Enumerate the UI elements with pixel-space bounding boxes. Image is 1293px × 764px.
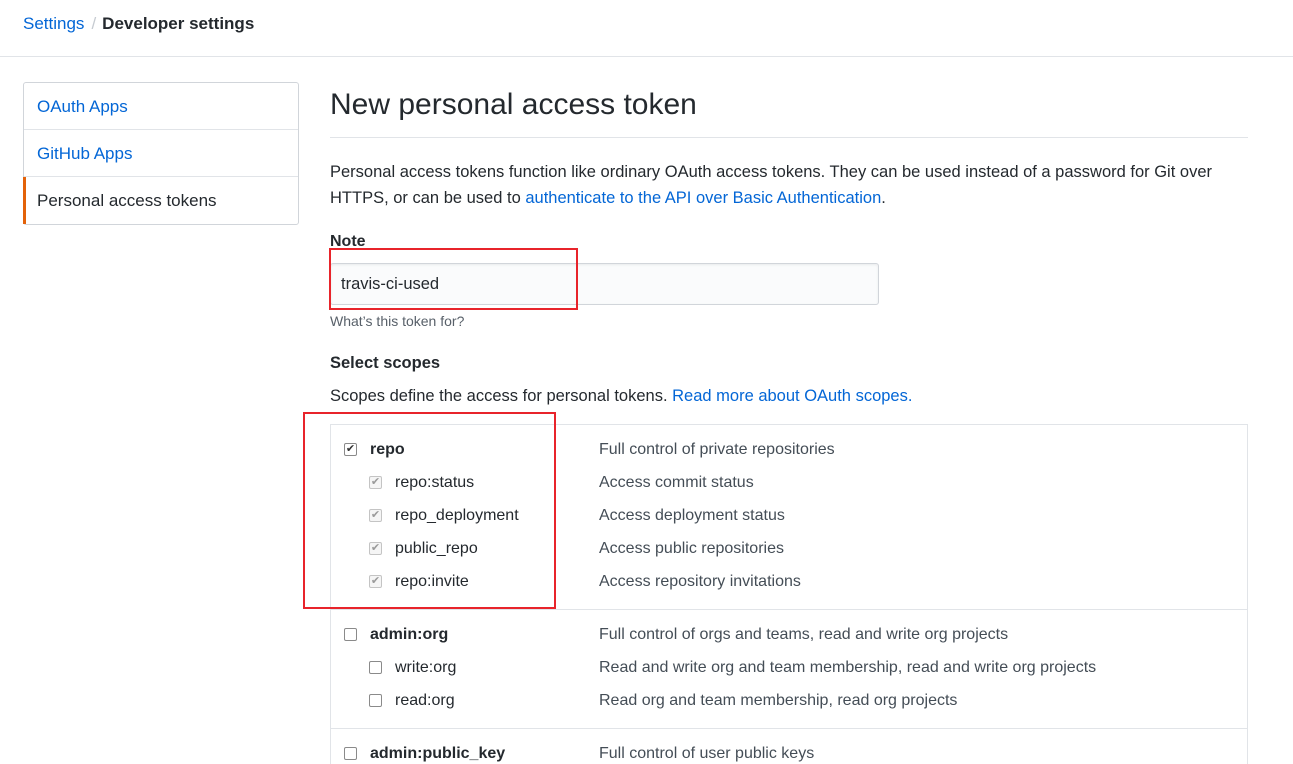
- scope-name[interactable]: admin:public_key: [370, 737, 505, 764]
- scope-description: Full control of private repositories: [599, 441, 835, 458]
- scopes-title: Select scopes: [330, 354, 441, 372]
- scope-name[interactable]: write:org: [395, 651, 456, 684]
- breadcrumb-settings-link[interactable]: Settings: [23, 14, 84, 33]
- scope-name[interactable]: admin:org: [370, 618, 448, 651]
- scope-row: ✔ public_repo Access public repositories: [331, 532, 1247, 565]
- scope-row: ✔ repo:invite Access repository invitation…: [331, 565, 1247, 598]
- scope-description: Read org and team membership, read org p…: [599, 692, 958, 709]
- scope-row: ✔ repo:status Access commit status: [331, 466, 1247, 499]
- scope-name[interactable]: repo_deployment: [395, 499, 519, 532]
- scope-name[interactable]: repo:status: [395, 466, 474, 499]
- scope-name[interactable]: repo: [370, 433, 405, 466]
- oauth-scopes-link[interactable]: Read more about OAuth scopes.: [672, 387, 912, 405]
- scope-description: Full control of orgs and teams, read and…: [599, 626, 1009, 643]
- scope-checkbox[interactable]: ✔: [344, 443, 357, 456]
- scopes-description: Scopes define the access for personal to…: [330, 387, 912, 406]
- scope-row: admin:org Full control of orgs and teams,…: [331, 618, 1247, 651]
- scope-description: Full control of user public keys: [599, 745, 815, 762]
- scope-checkbox[interactable]: [369, 661, 382, 674]
- scope-description: Access commit status: [599, 474, 754, 491]
- scope-table: ✔ repo Full control of private repositorie…: [330, 424, 1248, 764]
- note-input[interactable]: [330, 263, 879, 305]
- scope-row: write:org Read and write org and team mem…: [331, 651, 1247, 684]
- scope-checkbox[interactable]: [369, 694, 382, 707]
- scope-description: Access deployment status: [599, 507, 785, 524]
- page-title: New personal access token: [330, 82, 1248, 138]
- intro-paragraph: Personal access tokens function like ord…: [330, 159, 1248, 211]
- sidebar-item-github-apps[interactable]: GitHub Apps: [24, 130, 298, 177]
- scope-description: Read and write org and team membership, …: [599, 659, 1097, 676]
- scope-checkbox[interactable]: ✔: [369, 542, 382, 555]
- scope-row: read:org Read org and team membership, re…: [331, 684, 1247, 717]
- scope-checkbox[interactable]: [344, 747, 357, 760]
- sidebar-item-oauth-apps[interactable]: OAuth Apps: [24, 83, 298, 130]
- scope-group-admin-public-key: admin:public_key Full control of user pub…: [331, 729, 1247, 764]
- scope-row: ✔ repo Full control of private repositorie…: [331, 433, 1247, 466]
- scope-row: admin:public_key Full control of user pub…: [331, 737, 1247, 764]
- breadcrumb-current: Developer settings: [102, 14, 255, 33]
- scope-description: Access public repositories: [599, 540, 784, 557]
- main-content: New personal access token Personal acces…: [330, 82, 1248, 764]
- scope-name[interactable]: public_repo: [395, 532, 478, 565]
- scope-name[interactable]: repo:invite: [395, 565, 469, 598]
- scope-checkbox[interactable]: ✔: [369, 476, 382, 489]
- header-divider: [0, 56, 1293, 57]
- breadcrumb-separator: /: [91, 14, 97, 33]
- breadcrumb: Settings / Developer settings: [23, 12, 254, 36]
- note-label: Note: [330, 233, 366, 250]
- scope-checkbox[interactable]: ✔: [369, 575, 382, 588]
- scope-row: ✔ repo_deployment Access deployment status: [331, 499, 1247, 532]
- scope-name[interactable]: read:org: [395, 684, 455, 717]
- note-hint: What’s this token for?: [330, 313, 465, 329]
- intro-end: .: [881, 189, 886, 207]
- scope-group-admin-org: admin:org Full control of orgs and teams,…: [331, 610, 1247, 729]
- sidebar-item-personal-access-tokens[interactable]: Personal access tokens: [23, 177, 298, 224]
- basic-auth-link[interactable]: authenticate to the API over Basic Authe…: [525, 189, 881, 207]
- scope-description: Access repository invitations: [599, 573, 801, 590]
- scope-checkbox[interactable]: [344, 628, 357, 641]
- scope-checkbox[interactable]: ✔: [369, 509, 382, 522]
- scopes-desc-text: Scopes define the access for personal to…: [330, 387, 673, 405]
- scope-group-repo: ✔ repo Full control of private repositorie…: [331, 425, 1247, 610]
- sidebar-menu: OAuth Apps GitHub Apps Personal access t…: [23, 82, 299, 225]
